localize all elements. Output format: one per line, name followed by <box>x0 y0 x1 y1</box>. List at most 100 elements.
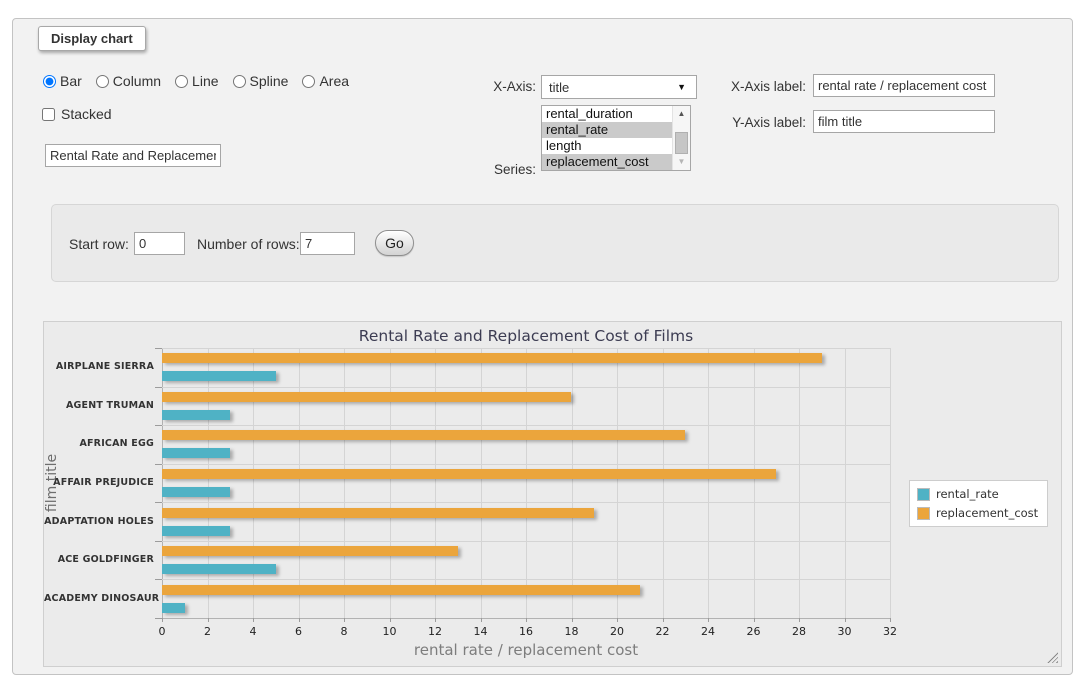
plot-area <box>162 348 890 618</box>
x-tick-mark <box>799 618 800 622</box>
x-tick-label: 20 <box>597 625 637 638</box>
chart-type-option-bar[interactable]: Bar <box>43 73 82 89</box>
bar-rental_rate <box>162 487 230 497</box>
y-gridline <box>162 425 890 426</box>
bar-rental_rate <box>162 448 230 458</box>
chart-type-option-spline[interactable]: Spline <box>233 73 289 89</box>
x-tick-label: 2 <box>188 625 228 638</box>
x-tick-mark <box>890 618 891 622</box>
x-gridline <box>845 348 846 618</box>
category-label: AFRICAN EGG <box>44 438 154 449</box>
y-tick-mark <box>155 348 162 349</box>
chart-type-radio-bar[interactable] <box>43 75 56 88</box>
y-tick-mark <box>155 387 162 388</box>
bar-replacement_cost <box>162 546 458 556</box>
series-option-rental_rate[interactable]: rental_rate <box>542 122 673 138</box>
number-of-rows-input[interactable] <box>300 232 355 255</box>
legend-label: rental_rate <box>936 487 999 501</box>
x-tick-label: 22 <box>643 625 683 638</box>
scroll-down-icon[interactable]: ▼ <box>673 154 690 170</box>
chart-type-radio-line[interactable] <box>175 75 188 88</box>
chart-type-option-line[interactable]: Line <box>175 73 218 89</box>
x-tick-mark <box>208 618 209 622</box>
chart-type-label: Area <box>319 73 349 89</box>
category-label: AGENT TRUMAN <box>44 400 154 411</box>
bar-rental_rate <box>162 410 230 420</box>
x-tick-mark <box>481 618 482 622</box>
x-axis-select-label: X-Axis: <box>413 79 536 94</box>
bar-rental_rate <box>162 564 276 574</box>
series-label: Series: <box>413 162 536 177</box>
x-gridline <box>663 348 664 618</box>
y-tick-mark <box>155 502 162 503</box>
series-option-replacement_cost[interactable]: replacement_cost <box>542 154 673 170</box>
y-tick-mark <box>155 579 162 580</box>
x-tick-mark <box>526 618 527 622</box>
bar-replacement_cost <box>162 392 571 402</box>
chart-title-input[interactable] <box>45 144 221 167</box>
bar-replacement_cost <box>162 469 776 479</box>
x-tick-label: 24 <box>688 625 728 638</box>
x-tick-mark <box>845 618 846 622</box>
legend-item-rental_rate[interactable]: rental_rate <box>917 487 1038 501</box>
series-option-rental_duration[interactable]: rental_duration <box>542 106 673 122</box>
legend-item-replacement_cost[interactable]: replacement_cost <box>917 506 1038 520</box>
x-tick-label: 14 <box>461 625 501 638</box>
series-option-length[interactable]: length <box>542 138 673 154</box>
bar-rental_rate <box>162 371 276 381</box>
x-tick-mark <box>663 618 664 622</box>
x-tick-label: 4 <box>233 625 273 638</box>
chart-type-option-area[interactable]: Area <box>302 73 349 89</box>
y-axis-label-caption: Y-Axis label: <box>663 115 806 130</box>
x-axis-label-input[interactable] <box>813 74 995 97</box>
y-tick-mark <box>155 425 162 426</box>
chart-type-label: Spline <box>250 73 289 89</box>
x-tick-mark <box>572 618 573 622</box>
chart-title: Rental Rate and Replacement Cost of Film… <box>162 327 890 345</box>
legend-swatch-icon <box>917 507 930 520</box>
series-options: rental_durationrental_ratelengthreplacem… <box>542 106 673 170</box>
chart-type-option-column[interactable]: Column <box>96 73 161 89</box>
chart-type-label: Column <box>113 73 161 89</box>
x-axis-label-caption: X-Axis label: <box>663 79 806 94</box>
bar-rental_rate <box>162 526 230 536</box>
x-tick-mark <box>344 618 345 622</box>
x-tick-label: 8 <box>324 625 364 638</box>
x-tick-label: 0 <box>142 625 182 638</box>
x-tick-mark <box>754 618 755 622</box>
legend-swatch-icon <box>917 488 930 501</box>
stacked-checkbox[interactable] <box>42 108 55 121</box>
y-gridline <box>162 387 890 388</box>
x-tick-label: 30 <box>825 625 865 638</box>
x-tick-mark <box>708 618 709 622</box>
chart-type-radio-area[interactable] <box>302 75 315 88</box>
bar-replacement_cost <box>162 430 685 440</box>
go-button[interactable]: Go <box>375 230 414 256</box>
bar-replacement_cost <box>162 353 822 363</box>
scrollbar-thumb[interactable] <box>675 132 688 154</box>
y-tick-mark <box>155 464 162 465</box>
category-label: AFFAIR PREJUDICE <box>44 477 154 488</box>
category-label: ACADEMY DINOSAUR <box>44 593 154 604</box>
x-tick-label: 16 <box>506 625 546 638</box>
resize-grip-icon[interactable] <box>1047 652 1058 663</box>
stacked-option[interactable]: Stacked <box>42 106 112 122</box>
x-gridline <box>617 348 618 618</box>
category-label: ACE GOLDFINGER <box>44 554 154 565</box>
x-tick-mark <box>435 618 436 622</box>
chart-type-radio-column[interactable] <box>96 75 109 88</box>
x-tick-label: 18 <box>552 625 592 638</box>
x-tick-label: 6 <box>279 625 319 638</box>
fieldset-legend: Display chart <box>38 26 146 51</box>
row-range-panel: Start row: Number of rows: Go <box>51 204 1059 282</box>
chart-panel: Rental Rate and Replacement Cost of Film… <box>43 321 1062 667</box>
x-gridline <box>572 348 573 618</box>
y-axis-label-input[interactable] <box>813 110 995 133</box>
start-row-input[interactable] <box>134 232 185 255</box>
x-gridline <box>708 348 709 618</box>
stacked-label: Stacked <box>61 106 112 122</box>
x-tick-mark <box>299 618 300 622</box>
category-label: AIRPLANE SIERRA <box>44 361 154 372</box>
chart-type-label: Line <box>192 73 218 89</box>
chart-type-radio-spline[interactable] <box>233 75 246 88</box>
